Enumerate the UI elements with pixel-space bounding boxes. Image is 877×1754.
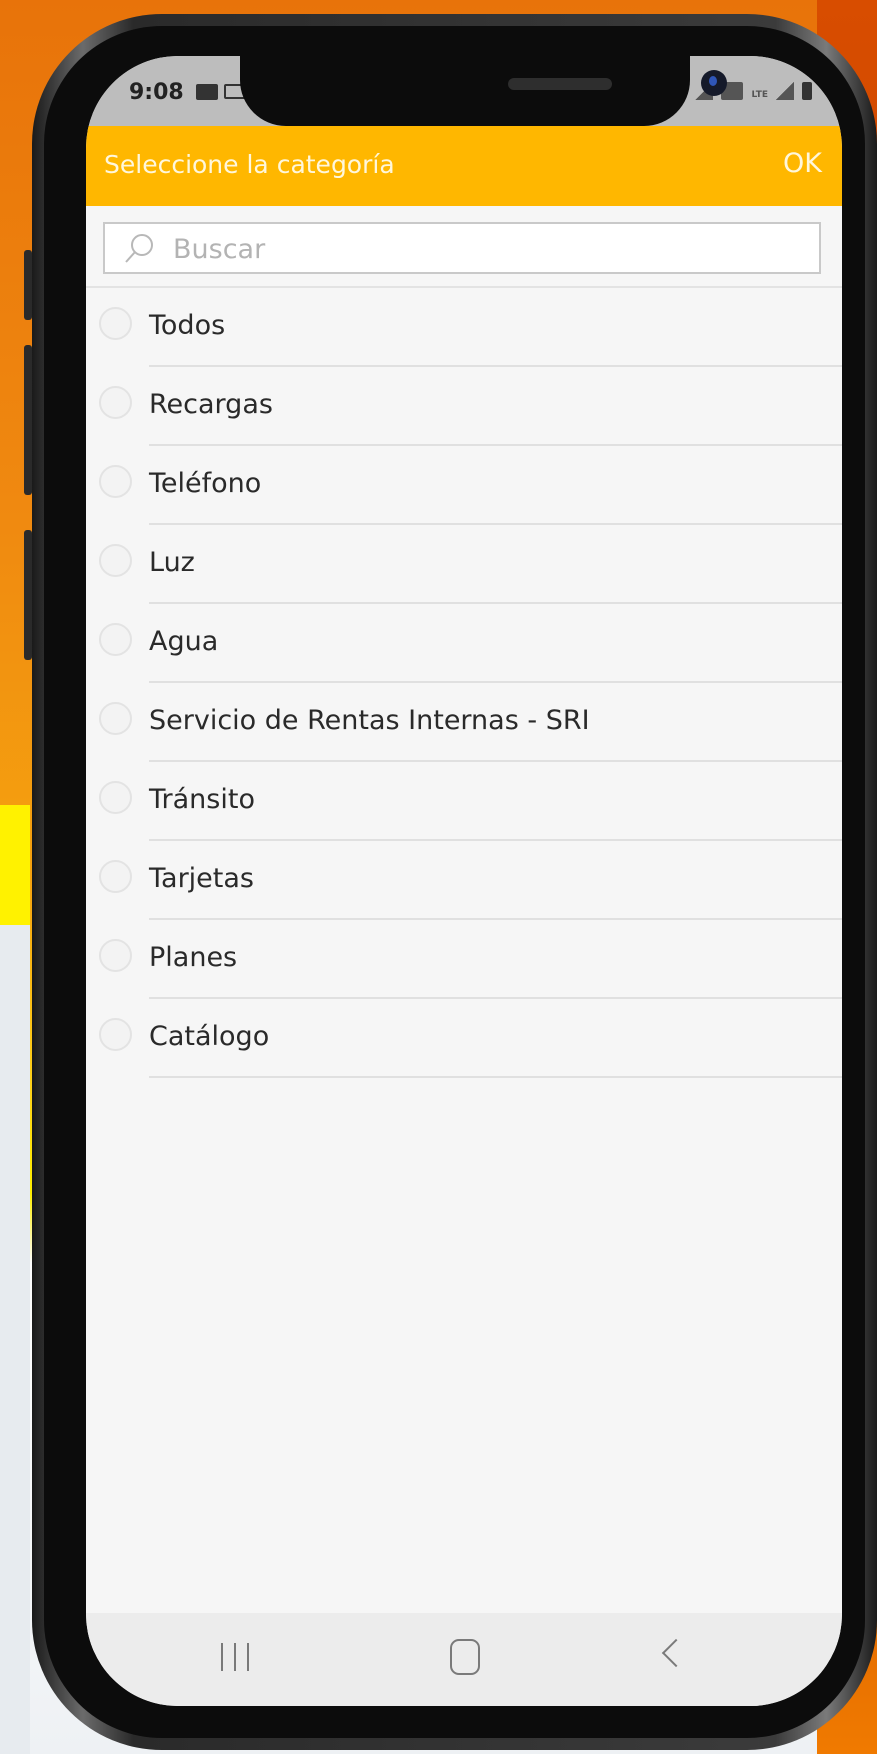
radio-button[interactable] bbox=[99, 386, 132, 419]
category-list: Todos Recargas Teléfono Luz Agua Servici… bbox=[86, 288, 842, 1078]
page-title: Seleccione la categoría bbox=[104, 150, 395, 179]
search-bar bbox=[86, 206, 842, 288]
list-item-transito[interactable]: Tránsito bbox=[86, 762, 842, 841]
volume-up-button bbox=[24, 345, 32, 495]
list-item-label: Agua bbox=[149, 626, 219, 657]
earpiece-speaker bbox=[508, 78, 612, 90]
volume-down-button bbox=[24, 530, 32, 660]
ok-button[interactable]: OK bbox=[783, 148, 822, 179]
recent-apps-icon[interactable] bbox=[221, 1643, 249, 1673]
list-item-sri[interactable]: Servicio de Rentas Internas - SRI bbox=[86, 683, 842, 762]
side-button bbox=[24, 250, 32, 320]
lte-icon: LTE bbox=[751, 90, 768, 100]
radio-button[interactable] bbox=[99, 544, 132, 577]
front-camera bbox=[701, 70, 727, 96]
divider bbox=[149, 1076, 842, 1078]
back-icon[interactable] bbox=[661, 1638, 691, 1668]
background-band bbox=[0, 805, 30, 925]
list-item-planes[interactable]: Planes bbox=[86, 920, 842, 999]
search-icon bbox=[125, 234, 153, 263]
list-item-agua[interactable]: Agua bbox=[86, 604, 842, 683]
list-item-label: Luz bbox=[149, 547, 195, 578]
list-item-recargas[interactable]: Recargas bbox=[86, 367, 842, 446]
battery-icon bbox=[802, 82, 812, 100]
voicemail-icon bbox=[196, 84, 218, 100]
list-item-label: Tarjetas bbox=[149, 863, 254, 894]
list-item-todos[interactable]: Todos bbox=[86, 288, 842, 367]
list-item-label: Tránsito bbox=[149, 784, 255, 815]
navigation-bar bbox=[86, 1613, 842, 1706]
list-item-label: Todos bbox=[149, 310, 226, 341]
search-input[interactable] bbox=[171, 224, 805, 274]
list-item-label: Recargas bbox=[149, 389, 273, 420]
radio-button[interactable] bbox=[99, 1018, 132, 1051]
search-box[interactable] bbox=[103, 222, 821, 274]
list-item-label: Planes bbox=[149, 942, 238, 973]
radio-button[interactable] bbox=[99, 307, 132, 340]
list-item-telefono[interactable]: Teléfono bbox=[86, 446, 842, 525]
radio-button[interactable] bbox=[99, 860, 132, 893]
list-item-label: Teléfono bbox=[149, 468, 262, 499]
list-item-tarjetas[interactable]: Tarjetas bbox=[86, 841, 842, 920]
app-bar: Seleccione la categoría OK bbox=[86, 126, 842, 206]
radio-button[interactable] bbox=[99, 781, 132, 814]
signal-icon-2 bbox=[776, 82, 794, 100]
radio-button[interactable] bbox=[99, 465, 132, 498]
status-icons-left bbox=[196, 84, 246, 100]
phone-screen: 9:08 LTE Seleccione la categoría OK Busc… bbox=[86, 56, 842, 1706]
radio-button[interactable] bbox=[99, 702, 132, 735]
radio-button[interactable] bbox=[99, 623, 132, 656]
list-item-luz[interactable]: Luz bbox=[86, 525, 842, 604]
list-item-label: Catálogo bbox=[149, 1021, 270, 1052]
home-icon[interactable] bbox=[450, 1639, 480, 1675]
radio-button[interactable] bbox=[99, 939, 132, 972]
background-panel bbox=[0, 805, 30, 1754]
status-time: 9:08 bbox=[129, 80, 184, 105]
list-item-catalogo[interactable]: Catálogo bbox=[86, 999, 842, 1078]
list-item-label: Servicio de Rentas Internas - SRI bbox=[149, 705, 590, 736]
notch bbox=[240, 56, 727, 126]
